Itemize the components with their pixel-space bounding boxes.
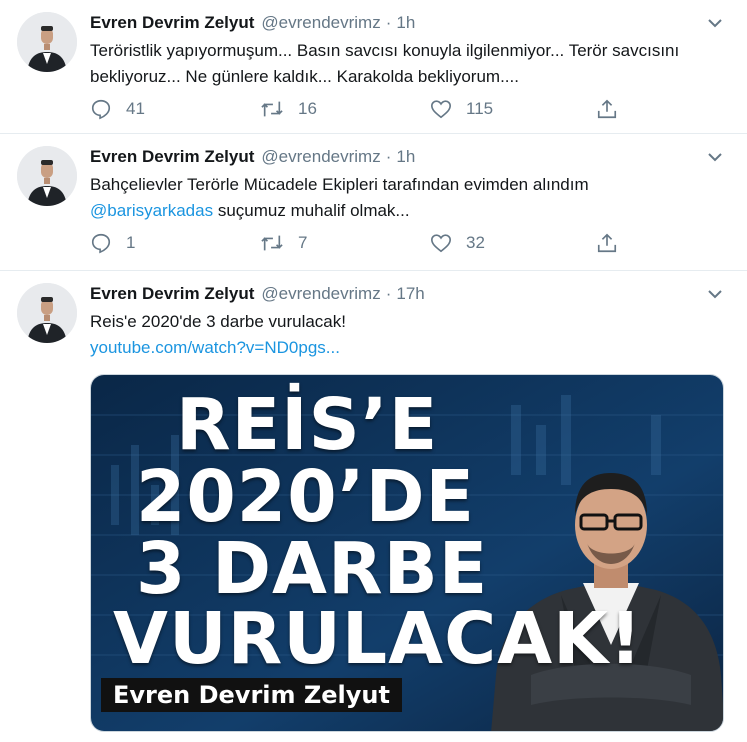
thumbnail-title-line-1: REİS’E bbox=[176, 383, 439, 466]
thumbnail-title-line-4: VURULACAK! bbox=[113, 597, 643, 680]
youtube-link[interactable]: youtube.com/watch?v=ND0pgs... bbox=[90, 338, 340, 357]
avatar-photo bbox=[17, 146, 77, 206]
tweet-header: Evren Devrim Zelyut @evrendevrimz · 17h bbox=[90, 282, 727, 306]
author-handle[interactable]: @evrendevrimz bbox=[261, 284, 380, 304]
caret-down-icon[interactable] bbox=[703, 145, 727, 169]
tweet-time[interactable]: 1h bbox=[396, 147, 415, 167]
author-name[interactable]: Evren Devrim Zelyut bbox=[90, 13, 254, 33]
separator-dot: · bbox=[385, 147, 392, 166]
avatar[interactable] bbox=[17, 283, 77, 343]
share-icon bbox=[597, 99, 617, 119]
reply-button[interactable]: 41 bbox=[90, 98, 260, 120]
tweet-text-tail: suçumuz muhalif olmak... bbox=[213, 201, 410, 220]
retweet-count: 7 bbox=[298, 233, 308, 252]
like-icon bbox=[431, 100, 451, 119]
thumbnail-title-line-2: 2020’DE bbox=[136, 455, 476, 538]
like-icon bbox=[431, 234, 451, 253]
retweet-button[interactable]: 16 bbox=[260, 98, 430, 120]
author-name[interactable]: Evren Devrim Zelyut bbox=[90, 147, 254, 167]
thumbnail-caption: Evren Devrim Zelyut bbox=[101, 678, 402, 712]
author-handle[interactable]: @evrendevrimz bbox=[261, 147, 380, 167]
tweet-text: Bahçelievler Terörle Mücadele Ekipleri t… bbox=[90, 172, 727, 224]
like-button[interactable]: 32 bbox=[430, 232, 600, 254]
retweet-icon bbox=[261, 101, 283, 117]
reply-icon bbox=[91, 233, 111, 254]
author-name[interactable]: Evren Devrim Zelyut bbox=[90, 284, 254, 304]
retweet-icon bbox=[261, 235, 283, 251]
avatar[interactable] bbox=[17, 12, 77, 72]
like-button[interactable]: 115 bbox=[430, 98, 600, 120]
tweet-actions: 41 16 115 bbox=[90, 98, 727, 120]
tweet-1[interactable]: Evren Devrim Zelyut @evrendevrimz · 1h T… bbox=[0, 0, 747, 134]
tweet-text-line: Reis'e 2020'de 3 darbe vurulacak! bbox=[90, 312, 346, 331]
retweet-count: 16 bbox=[298, 99, 317, 118]
video-thumbnail[interactable]: REİS’E 2020’DE 3 DARBE VURULACAK! Evren … bbox=[90, 374, 724, 732]
reply-count: 1 bbox=[126, 233, 136, 252]
author-handle[interactable]: @evrendevrimz bbox=[261, 13, 380, 33]
tweet-actions-bar: 1 7 32 bbox=[90, 232, 727, 254]
tweet-text-line: Bahçelievler Terörle Mücadele Ekipleri t… bbox=[90, 175, 589, 194]
tweet-text: Reis'e 2020'de 3 darbe vurulacak! youtub… bbox=[90, 309, 727, 361]
avatar-photo bbox=[17, 12, 77, 72]
tweet-3[interactable]: Evren Devrim Zelyut @evrendevrimz · 17h … bbox=[0, 271, 747, 741]
reply-count: 41 bbox=[126, 99, 145, 118]
like-count: 115 bbox=[466, 99, 494, 118]
tweet-2[interactable]: Evren Devrim Zelyut @evrendevrimz · 1h B… bbox=[0, 134, 747, 271]
separator-dot: · bbox=[385, 284, 392, 303]
avatar[interactable] bbox=[17, 146, 77, 206]
caret-down-icon[interactable] bbox=[703, 11, 727, 35]
tweet-text: Teröristlik yapıyormuşum... Basın savcıs… bbox=[90, 41, 680, 86]
avatar-photo bbox=[17, 283, 77, 343]
retweet-button[interactable]: 7 bbox=[260, 232, 430, 254]
mention-link[interactable]: @barisyarkadas bbox=[90, 201, 213, 220]
share-icon bbox=[597, 233, 617, 253]
tweet-header: Evren Devrim Zelyut @evrendevrimz · 1h bbox=[90, 145, 727, 169]
tweet-time[interactable]: 17h bbox=[396, 284, 424, 304]
like-count: 32 bbox=[466, 233, 485, 252]
caret-down-icon[interactable] bbox=[703, 282, 727, 306]
share-button[interactable] bbox=[596, 98, 747, 120]
share-button[interactable] bbox=[596, 232, 747, 254]
thumbnail-title-line-3: 3 DARBE bbox=[136, 527, 489, 610]
reply-button[interactable]: 1 bbox=[90, 232, 260, 254]
reply-icon bbox=[91, 99, 111, 120]
separator-dot: · bbox=[385, 13, 392, 32]
tweet-header: Evren Devrim Zelyut @evrendevrimz · 1h bbox=[90, 11, 727, 35]
tweet-time[interactable]: 1h bbox=[396, 13, 415, 33]
